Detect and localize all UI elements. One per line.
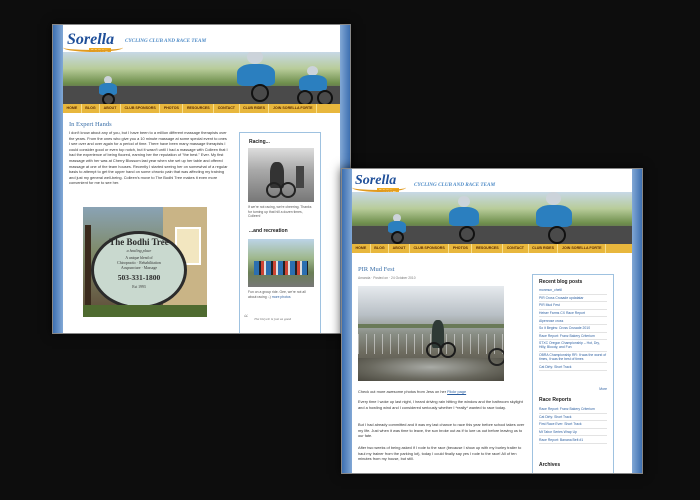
recent-post-link[interactable]: monmun_chetil: [539, 287, 607, 295]
recent-post-link[interactable]: Alpenrose cross: [539, 317, 607, 325]
site-tagline: CYCLING CLUB AND RACE TEAM: [414, 182, 496, 188]
nav-club-rides[interactable]: CLUB RIDES: [240, 104, 270, 113]
recreation-photo[interactable]: [248, 239, 314, 287]
mud-race-photo[interactable]: [358, 286, 504, 381]
nav-join[interactable]: JOIN SORELLA FORTE: [558, 244, 607, 253]
race-reports-list: Race Report: Franz Bakery Criterium Cat …: [539, 406, 607, 444]
sign-phone: 503-331-1800: [117, 273, 161, 282]
rider-figure: [293, 66, 333, 104]
post-body: I don't know about any of you, but I hav…: [69, 130, 228, 186]
recent-post-link[interactable]: PIR Mud Fest: [539, 302, 607, 310]
nav-resources[interactable]: RESOURCES: [183, 104, 215, 113]
main-nav: HOME BLOG ABOUT CLUB SPONSORS PHOTOS RES…: [63, 104, 340, 113]
bike-wheel: [488, 348, 504, 366]
recent-post-link[interactable]: So it Begins: Cross Crusade 2010: [539, 325, 607, 333]
sidebar-title-reports: Race Reports: [539, 397, 572, 403]
recreation-caption: Fun on a group ride. Gee, we're not all …: [248, 290, 314, 299]
sign-line: Acupuncture · Massage: [120, 265, 158, 270]
bodhi-tree-photo: The Bodhi Tree a healing place A unique …: [83, 207, 207, 317]
rider-figure: [93, 76, 123, 104]
quote-icon: “: [244, 313, 248, 323]
rider-figure: [231, 52, 283, 104]
race-report-link[interactable]: Race Report: Banana Belt #1: [539, 436, 607, 444]
racing-photo[interactable]: [248, 148, 314, 202]
race-report-link[interactable]: Mt Tabor Series Wrap Up: [539, 429, 607, 437]
recent-post-link[interactable]: PIR Cross Crusade updatatar: [539, 295, 607, 303]
rider-figure: [530, 192, 580, 244]
sign-est: Est 1993: [132, 285, 146, 289]
sidebar-title-recreation: ...and recreation: [249, 228, 288, 234]
spectator-figure: [296, 166, 304, 188]
post-title: In Expert Hands: [69, 121, 112, 128]
nav-club-sponsors[interactable]: CLUB SPONSORS: [121, 104, 161, 113]
screenshot-expert-hands: Sorella FORTE CYCLING CLUB AND RACE TEAM…: [52, 24, 351, 334]
post-paragraph: Check out more awesome photos from Jess …: [358, 389, 526, 395]
race-report-link[interactable]: First Race Ever: Short Track: [539, 421, 607, 429]
sidebar-title-archives: Archives: [539, 462, 561, 468]
header-banner: [352, 192, 632, 244]
racing-caption: If we're not racing, we're cheering. Tha…: [248, 205, 312, 218]
race-report-link[interactable]: Race Report: Franz Bakery Criterium: [539, 406, 607, 414]
nav-home[interactable]: HOME: [63, 104, 82, 113]
rider-figure: [444, 196, 484, 244]
recent-post-link[interactable]: Heiser Farms CX Race Report: [539, 310, 607, 318]
sidebar: Racing... If we're not racing, we're che…: [239, 132, 321, 333]
site-tagline: CYCLING CLUB AND RACE TEAM: [125, 38, 207, 44]
post-paragraph: But I had already committed and it was m…: [358, 422, 525, 439]
rider-figure: [382, 214, 412, 244]
post-meta: Amanda · Posted on · 24 October 2010: [358, 276, 416, 280]
nav-blog[interactable]: BLOG: [371, 244, 390, 253]
nav-blog[interactable]: BLOG: [82, 104, 101, 113]
logo-swoosh: [352, 183, 406, 192]
para1-text: Check out more awesome photos from Jess …: [358, 389, 448, 394]
nav-photos[interactable]: PHOTOS: [449, 244, 473, 253]
treeline: [358, 324, 504, 328]
main-nav: HOME BLOG ABOUT CLUB SPONSORS PHOTOS RES…: [352, 244, 632, 253]
nav-club-sponsors[interactable]: CLUB SPONSORS: [410, 244, 450, 253]
recent-post-link[interactable]: OBRA Championship RR: It was the worst o…: [539, 352, 607, 364]
nav-about[interactable]: ABOUT: [389, 244, 410, 253]
sidebar-title-racing: Racing...: [249, 139, 270, 145]
sign-name: The Bodhi Tree: [109, 237, 169, 247]
sign-lines: A unique blend of Chiropractic · Rehabil…: [91, 256, 187, 270]
recent-post-link[interactable]: STXC Oregon Championship – Hot, Dry, Hil…: [539, 340, 607, 352]
post-title: PIR Mud Fest: [358, 266, 395, 273]
bike-wheel: [440, 342, 456, 358]
recent-post-link[interactable]: Cat Dirty: Short Track: [539, 363, 607, 371]
post-paragraph: After two weeks of being asked if I rode…: [358, 445, 522, 462]
nav-contact[interactable]: CONTACT: [214, 104, 240, 113]
sign-sub: a healing place: [126, 248, 152, 253]
nav-join[interactable]: JOIN SORELLA FORTE: [269, 104, 318, 113]
flickr-link[interactable]: Flickr page: [447, 389, 466, 394]
bike-wheel: [280, 182, 296, 198]
nav-club-rides[interactable]: CLUB RIDES: [529, 244, 559, 253]
logo-swoosh: [63, 43, 123, 52]
nav-contact[interactable]: CONTACT: [503, 244, 529, 253]
sidebar: Recent blog posts monmun_chetil PIR Cros…: [532, 274, 614, 473]
sidebar-quote: The bicycle is just as good: [254, 317, 292, 321]
post-paragraph: Every time I woke up last night, I heard…: [358, 399, 523, 410]
shrubs: [83, 305, 207, 317]
more-link[interactable]: More: [599, 387, 607, 391]
nav-about[interactable]: ABOUT: [100, 104, 121, 113]
sidebar-title-recent: Recent blog posts: [539, 279, 583, 285]
recent-post-link[interactable]: Race Report: Franz Bakery Criterium: [539, 333, 607, 341]
nav-photos[interactable]: PHOTOS: [160, 104, 184, 113]
race-report-link[interactable]: Cat Dirty: Short Track: [539, 414, 607, 422]
nav-resources[interactable]: RESOURCES: [472, 244, 504, 253]
more-photos-link[interactable]: more photos: [272, 295, 291, 299]
recent-posts-list: monmun_chetil PIR Cross Crusade updatata…: [539, 287, 607, 371]
screenshot-pir-mud-fest: Sorella FORTE CYCLING CLUB AND RACE TEAM…: [341, 168, 643, 474]
muddy-puddle: [358, 358, 504, 381]
header-banner: [63, 52, 340, 104]
nav-home[interactable]: HOME: [352, 244, 371, 253]
group-riders: [254, 261, 308, 275]
